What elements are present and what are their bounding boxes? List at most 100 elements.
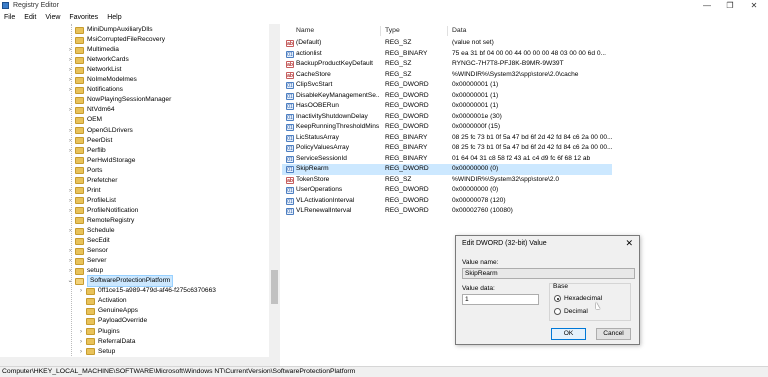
tree-item[interactable]: PayloadOverride <box>78 316 147 326</box>
tree-vertical-scrollbar[interactable] <box>269 24 280 366</box>
tree-item[interactable]: › Plugins <box>78 327 120 337</box>
tree-item[interactable]: › PeerDist <box>67 136 112 146</box>
tree-expander-icon[interactable]: › <box>67 126 73 136</box>
value-row[interactable]: 01 VLActivationInterval REG_DWORD 0x0000007… <box>282 196 612 207</box>
value-row[interactable]: 01 actionlist REG_BINARY 75 ea 31 bf 04 00 … <box>282 49 612 60</box>
tree-item[interactable]: ⌄ SoftwareProtectionPlatform <box>67 275 174 288</box>
tree-expander-icon[interactable]: › <box>67 65 73 75</box>
tree-expander-icon[interactable]: › <box>67 266 73 276</box>
hexadecimal-radio[interactable] <box>554 295 561 302</box>
column-header-type[interactable]: Type <box>385 27 400 34</box>
dialog-close-icon[interactable]: ✕ <box>625 238 633 249</box>
minimize-button[interactable]: — <box>695 0 719 12</box>
value-data-field[interactable] <box>462 294 539 305</box>
tree-item[interactable]: › Notifications <box>67 85 123 95</box>
tree-item[interactable]: NowPlayingSessionManager <box>67 95 171 105</box>
value-row[interactable]: 01 ServiceSessionId REG_BINARY 01 64 04 31 … <box>282 154 612 165</box>
tree-expander-icon[interactable]: › <box>67 136 73 146</box>
tree-item[interactable]: › ProfileNotification <box>67 206 138 216</box>
tree-item[interactable]: › NetworkList <box>67 65 121 75</box>
maximize-button[interactable]: ❐ <box>718 0 742 12</box>
value-row[interactable]: ab TokenStore REG_SZ %WINDIR%\System32\spp\… <box>282 175 612 186</box>
tree-item[interactable]: › Setup <box>78 347 115 357</box>
folder-icon <box>75 147 84 155</box>
tree-item[interactable]: › Perflib <box>67 146 106 156</box>
value-row[interactable]: ab CacheStore REG_SZ %WINDIR%\System32\spp\… <box>282 70 612 81</box>
value-row[interactable]: ab (Default) REG_SZ (value not set) <box>282 38 612 49</box>
menu-edit[interactable]: Edit <box>24 12 36 23</box>
tree-item[interactable]: GenuineApps <box>78 306 138 316</box>
tree-expander-icon[interactable]: › <box>78 337 84 347</box>
tree-item[interactable]: PerHwIdStorage <box>67 156 135 166</box>
key-tree[interactable]: MiniDumpAuxiliaryDlls MsiCorruptedFileRec… <box>0 24 280 366</box>
close-button[interactable]: ✕ <box>742 0 766 12</box>
tree-expander-icon[interactable]: › <box>78 347 84 357</box>
tree-expander-icon[interactable]: › <box>67 105 73 115</box>
value-row[interactable]: 01 VLRenewalInterval REG_DWORD 0x00002760 (… <box>282 206 612 217</box>
tree-expander-icon[interactable]: › <box>78 327 84 337</box>
tree-expander-icon[interactable]: › <box>67 45 73 55</box>
tree-horizontal-scrollbar[interactable] <box>0 357 269 366</box>
menu-view[interactable]: View <box>45 12 60 23</box>
tree-item[interactable]: Ports <box>67 166 102 176</box>
value-row[interactable]: 01 LicStatusArray REG_BINARY 08 25 fc 73 b1… <box>282 133 612 144</box>
tree-item[interactable]: › Schedule <box>67 226 115 236</box>
tree-item[interactable]: › Sensor <box>67 246 108 256</box>
tree-expander-icon[interactable]: › <box>67 206 73 216</box>
tree-expander-icon[interactable]: › <box>67 85 73 95</box>
tree-expander-icon[interactable]: › <box>78 286 84 296</box>
tree-expander-icon[interactable]: › <box>67 146 73 156</box>
value-name: BackupProductKeyDefault <box>296 60 373 67</box>
tree-expander-icon[interactable]: › <box>67 196 73 206</box>
menu-file[interactable]: File <box>4 12 15 23</box>
tree-expander-icon[interactable]: › <box>67 186 73 196</box>
decimal-radio[interactable] <box>554 308 561 315</box>
tree-expander-icon[interactable]: › <box>67 226 73 236</box>
tree-expander-icon[interactable]: ⌄ <box>67 276 73 286</box>
tree-item[interactable]: › 0ff1ce15-a989-479d-af46-f275c6370663 <box>78 286 216 296</box>
tree-expander-icon[interactable]: › <box>67 256 73 266</box>
value-row[interactable]: ab BackupProductKeyDefault REG_SZ RYNGC-7H7… <box>282 59 612 70</box>
value-row[interactable]: 01 SkipRearm REG_DWORD 0x00000000 (0) <box>282 164 612 175</box>
tree-item[interactable]: OEM <box>67 115 102 125</box>
ok-button[interactable]: OK <box>551 328 586 340</box>
tree-scrollbar-thumb[interactable] <box>271 270 278 304</box>
value-row[interactable]: 01 DisableKeyManagementSe... REG_DWORD 0x00… <box>282 91 612 102</box>
tree-item[interactable]: RemoteRegistry <box>67 216 134 226</box>
value-row[interactable]: 01 InactivityShutdownDelay REG_DWORD 0x0000… <box>282 112 612 123</box>
column-header-data[interactable]: Data <box>452 27 466 34</box>
tree-item[interactable]: › NetworkCards <box>67 55 129 65</box>
tree-item-label: MsiCorruptedFileRecovery <box>87 36 166 44</box>
tree-item[interactable]: › ReferralData <box>78 337 135 347</box>
tree-item[interactable]: › NtVdm64 <box>67 105 115 115</box>
hexadecimal-option[interactable]: Hexadecimal <box>554 295 602 302</box>
tree-expander-icon[interactable]: › <box>67 75 73 85</box>
tree-item[interactable]: Activation <box>78 296 127 306</box>
value-row[interactable]: 01 PolicyValuesArray REG_BINARY 08 25 fc 73… <box>282 143 612 154</box>
menu-help[interactable]: Help <box>107 12 121 23</box>
tree-item[interactable]: MiniDumpAuxiliaryDlls <box>67 25 153 35</box>
base-groupbox: Base Hexadecimal Decimal <box>549 283 631 321</box>
column-divider[interactable] <box>447 26 448 36</box>
value-row[interactable]: 01 HasOOBERun REG_DWORD 0x00000001 (1) <box>282 101 612 112</box>
tree-item[interactable]: › Multimedia <box>67 45 119 55</box>
tree-item[interactable]: › OpenGLDrivers <box>67 126 133 136</box>
value-row[interactable]: 01 KeepRunningThresholdMins REG_DWORD 0x000… <box>282 122 612 133</box>
tree-item[interactable]: › NoImeModelmes <box>67 75 137 85</box>
tree-item[interactable]: SecEdit <box>67 236 110 246</box>
tree-item[interactable]: › Server <box>67 256 106 266</box>
tree-expander-icon[interactable]: › <box>67 246 73 256</box>
value-row[interactable]: 01 ClipSvcStart REG_DWORD 0x00000001 (1) <box>282 80 612 91</box>
decimal-option[interactable]: Decimal <box>554 308 588 315</box>
tree-expander-icon[interactable]: › <box>67 55 73 65</box>
tree-item[interactable]: › ProfileList <box>67 196 116 206</box>
menu-favorites[interactable]: Favorites <box>69 12 98 23</box>
column-divider[interactable] <box>380 26 381 36</box>
cancel-button[interactable]: Cancel <box>596 328 631 340</box>
column-header-name[interactable]: Name <box>296 27 314 34</box>
tree-item[interactable]: MsiCorruptedFileRecovery <box>67 35 165 45</box>
tree-item[interactable]: Prefetcher <box>67 176 117 186</box>
value-name-field[interactable] <box>462 268 635 279</box>
value-row[interactable]: 01 UserOperations REG_DWORD 0x00000000 (0) <box>282 185 612 196</box>
tree-item[interactable]: › Print <box>67 186 101 196</box>
